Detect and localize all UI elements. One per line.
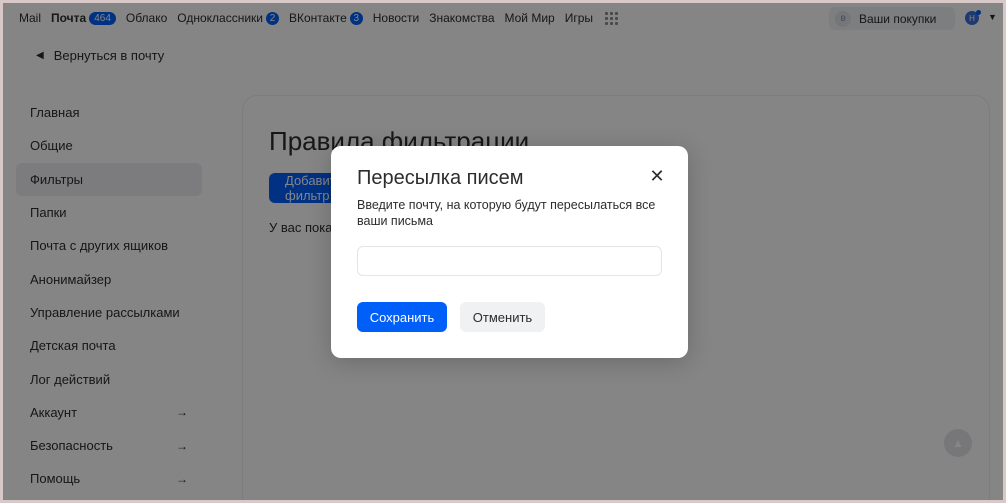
app-frame: Mail Почта 464 Облако Одноклассники 2 ВКон… — [3, 3, 1003, 500]
dialog-description: Введите почту, на которую будут пересыла… — [357, 198, 656, 228]
close-icon[interactable]: ✕ — [647, 166, 667, 186]
save-button[interactable]: Сохранить — [357, 302, 447, 332]
forwarding-dialog: Пересылка писем ✕ Введите почту, на кото… — [331, 146, 688, 358]
forward-email-input[interactable] — [357, 246, 662, 276]
dialog-title: Пересылка писем — [357, 167, 524, 189]
cancel-button[interactable]: Отменить — [460, 302, 545, 332]
